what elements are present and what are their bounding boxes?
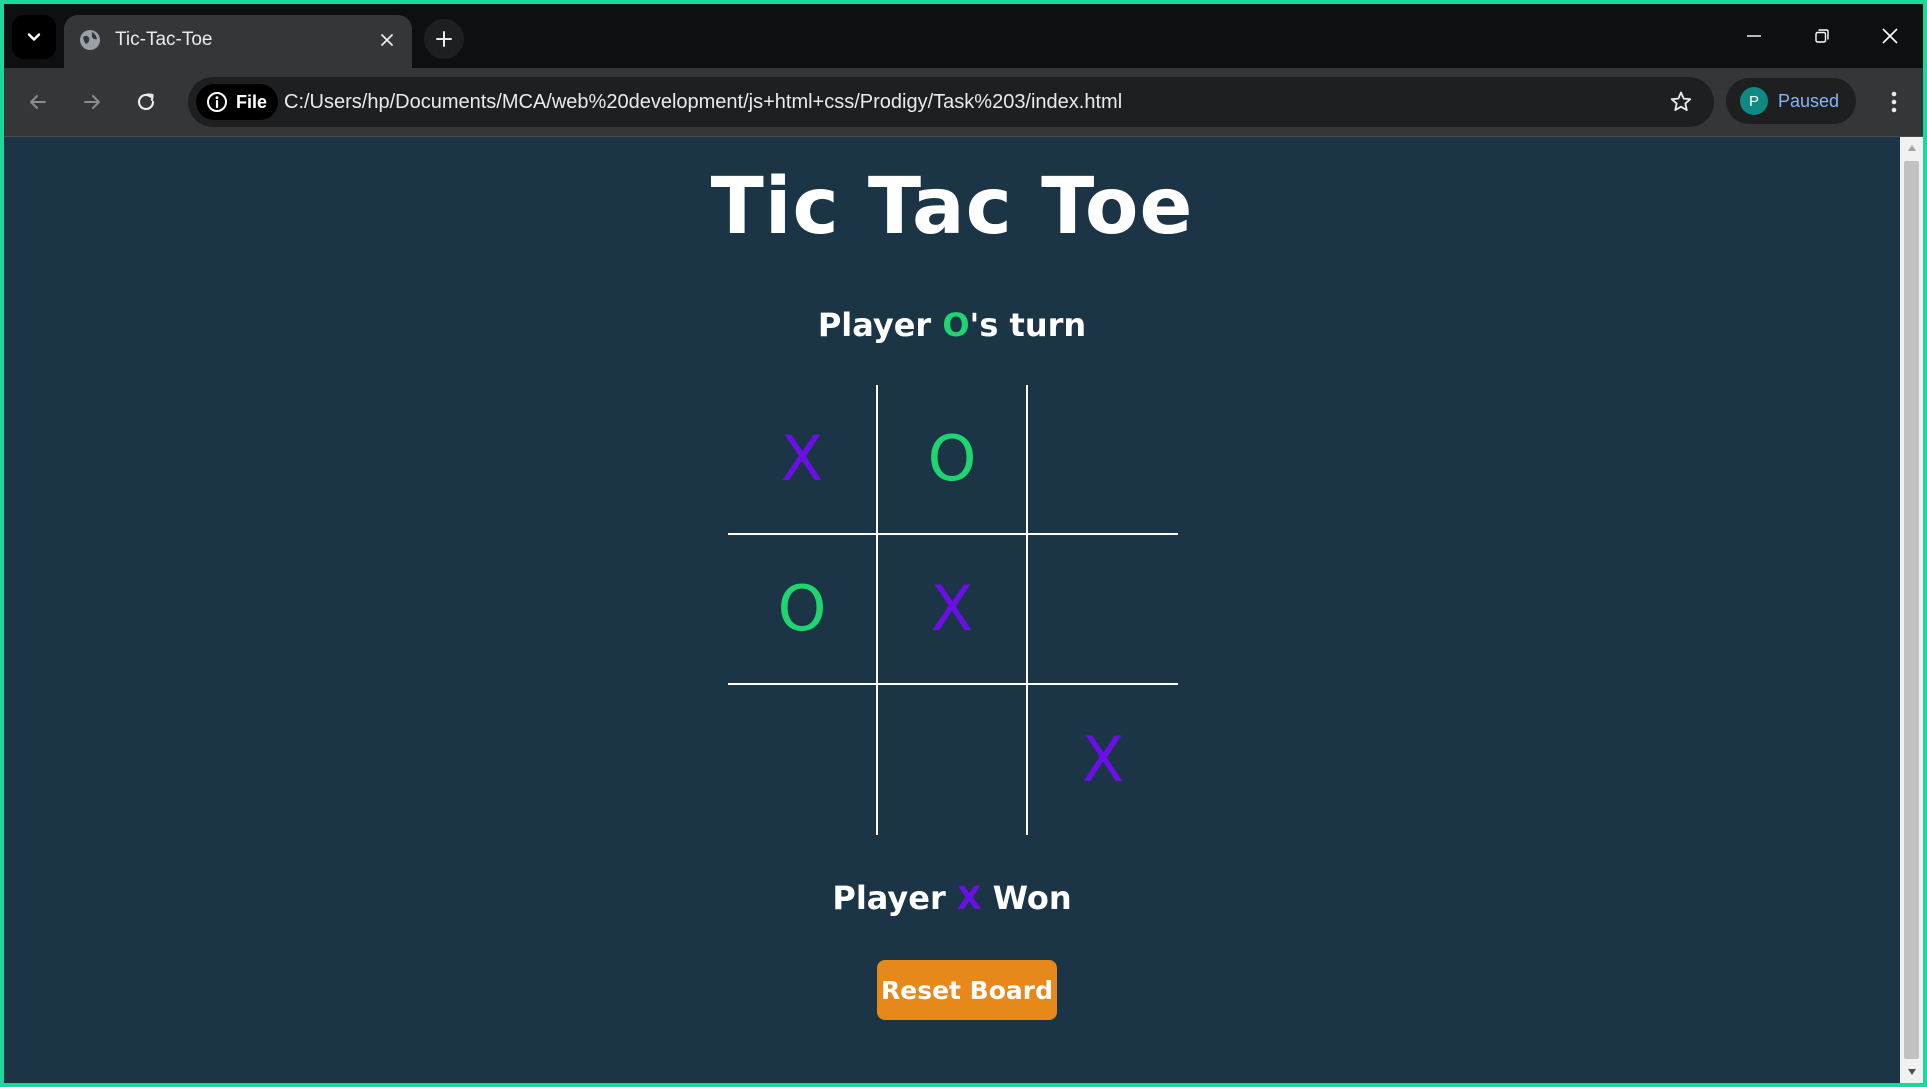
profile-button[interactable]: P Paused — [1726, 78, 1856, 124]
menu-button[interactable] — [1874, 82, 1914, 122]
board-cell[interactable]: O — [728, 535, 878, 685]
tab-search-button[interactable] — [12, 15, 56, 59]
turn-status: Player O's turn — [4, 303, 1900, 347]
result-prefix: Player — [832, 879, 957, 917]
board-cell[interactable] — [1028, 385, 1178, 535]
scroll-thumb[interactable] — [1904, 161, 1919, 1059]
back-button[interactable] — [18, 82, 58, 122]
vertical-scrollbar[interactable] — [1900, 137, 1923, 1083]
chevron-down-icon — [27, 33, 41, 41]
turn-prefix: Player — [817, 306, 943, 344]
globe-icon — [80, 30, 100, 50]
window-close-button[interactable] — [1856, 4, 1923, 68]
info-icon — [207, 92, 227, 112]
scroll-up-button[interactable] — [1900, 137, 1923, 159]
close-icon — [1882, 28, 1898, 44]
reload-icon — [137, 93, 155, 111]
minimize-icon — [1747, 35, 1761, 37]
board-cell[interactable]: X — [1028, 685, 1178, 835]
result-suffix: Won — [981, 879, 1072, 917]
tab-active[interactable]: Tic-Tac-Toe — [64, 15, 412, 68]
board-cell[interactable]: X — [728, 385, 878, 535]
result-symbol: X — [956, 879, 982, 917]
window-minimize-button[interactable] — [1720, 4, 1788, 68]
tab-close-button[interactable] — [372, 25, 402, 55]
arrow-left-icon — [30, 95, 46, 109]
new-tab-button[interactable] — [424, 19, 464, 59]
bookmark-button[interactable] — [1666, 87, 1696, 117]
close-icon — [381, 34, 393, 46]
tab-title: Tic-Tac-Toe — [115, 29, 213, 50]
browser-toolbar: File C:/Users/hp/Documents/MCA/web%20dev… — [4, 68, 1923, 137]
board-cell[interactable] — [878, 685, 1028, 835]
address-bar[interactable]: File C:/Users/hp/Documents/MCA/web%20dev… — [188, 77, 1714, 127]
game-board: X O O X X — [728, 385, 1178, 835]
turn-suffix: 's turn — [969, 306, 1087, 344]
star-icon — [1670, 91, 1692, 111]
arrow-right-icon — [84, 95, 100, 109]
result-status: Player X Won — [4, 876, 1900, 920]
site-info-chip[interactable]: File — [196, 84, 278, 120]
page-title: Tic Tac Toe — [710, 162, 1194, 252]
board-cell[interactable]: X — [878, 535, 1028, 685]
window-restore-button[interactable] — [1788, 4, 1856, 68]
triangle-up-icon — [1907, 145, 1916, 151]
plus-icon — [436, 31, 452, 47]
browser-window: Tic-Tac-Toe File C:/Users/hp/Documents/M… — [4, 4, 1923, 1083]
tab-strip: Tic-Tac-Toe — [4, 4, 1923, 68]
avatar: P — [1740, 87, 1768, 115]
turn-symbol: O — [942, 306, 970, 344]
profile-status: Paused — [1778, 91, 1840, 111]
site-chip-label: File — [236, 91, 268, 112]
url-text[interactable]: C:/Users/hp/Documents/MCA/web%20developm… — [284, 89, 1122, 115]
kebab-menu-icon — [1891, 91, 1897, 113]
board-cell[interactable]: O — [878, 385, 1028, 535]
page-viewport: Tic Tac Toe Player O's turn X O O X X Pl… — [4, 137, 1900, 1083]
forward-button[interactable] — [72, 82, 112, 122]
scroll-down-button[interactable] — [1900, 1061, 1923, 1083]
board-cell[interactable] — [1028, 535, 1178, 685]
reset-board-button[interactable]: Reset Board — [877, 960, 1057, 1020]
triangle-down-icon — [1907, 1069, 1916, 1075]
restore-icon — [1815, 29, 1829, 43]
board-cell[interactable] — [728, 685, 878, 835]
reload-button[interactable] — [126, 82, 166, 122]
